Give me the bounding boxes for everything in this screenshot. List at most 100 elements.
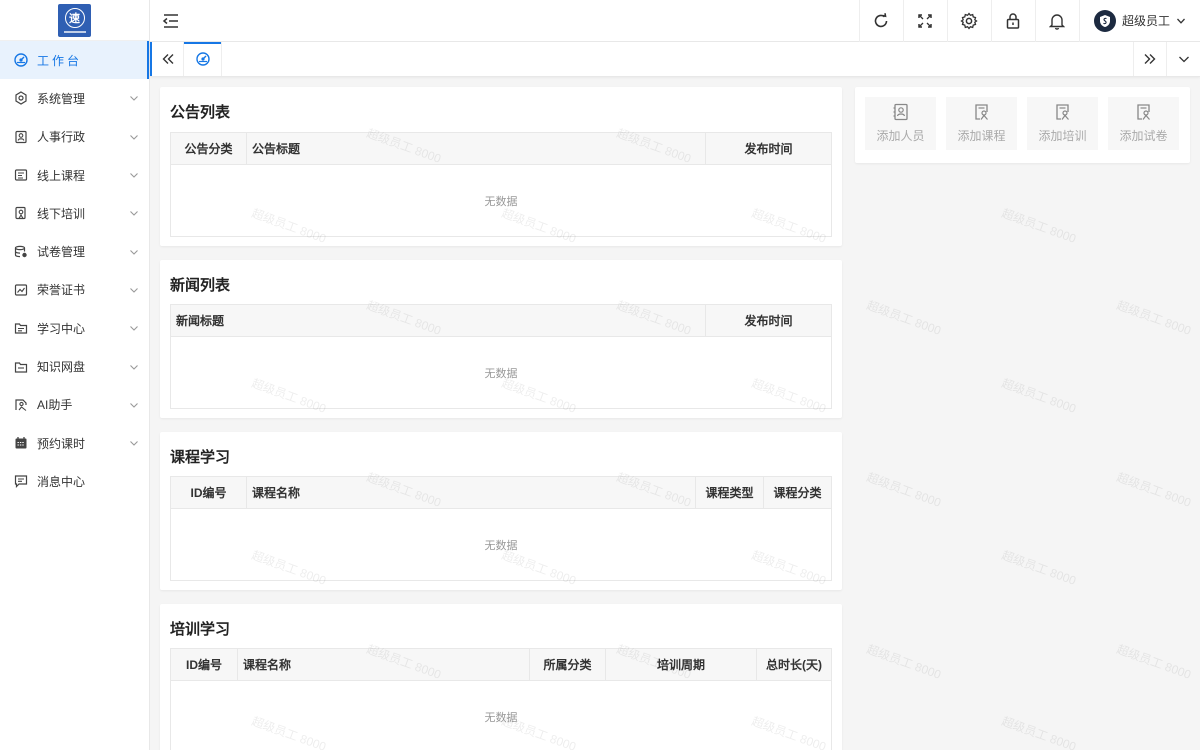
sidebar-item-booking[interactable]: 预约课时 [0,424,149,462]
chevron-down-icon [130,173,138,178]
knowledge-drive-icon [14,360,28,374]
add-training-icon [1055,104,1069,120]
tab-options-dropdown[interactable] [1167,42,1200,76]
sidebar-item-label: 预约课时 [37,436,86,451]
chevron-down-icon [1178,56,1189,63]
card-title: 课程学习 [170,449,231,466]
user-menu[interactable]: 超级员工 [1078,0,1200,42]
chevron-down-icon [130,96,138,102]
column-header[interactable]: 课程类型 [696,477,764,508]
empty-state: 无数据 [484,711,518,724]
course-study-card: 课程学习 ID编号 课程名称 课程类型 课程分类 无数据 [160,432,842,590]
dashboard-icon [14,53,28,67]
add-course-button[interactable]: 添加课程 [946,97,1017,150]
quick-action-label: 添加人员 [876,129,925,143]
watermark: 超级员工 8000 [864,298,943,338]
sidebar-item-certificate[interactable]: 荣誉证书 [0,271,149,309]
exam-paper-icon [14,245,28,259]
quick-actions-card: 添加人员 添加课程 添加培训 添加试卷 [855,87,1190,163]
column-header[interactable]: 公告标题 [247,133,706,164]
sidebar-item-personnel[interactable]: 人事行政 [0,118,149,156]
watermark: 超级员工 8000 [1114,298,1193,338]
sidebar-item-label: 试卷管理 [37,245,86,260]
fullscreen-button[interactable] [902,0,947,42]
column-header[interactable]: 培训周期 [606,649,757,680]
sidebar-item-learning-center[interactable]: 学习中心 [0,309,149,347]
lock-button[interactable] [990,0,1035,42]
table-header: ID编号 课程名称 课程类型 课程分类 [171,477,831,509]
sidebar-item-knowledge-drive[interactable]: 知识网盘 [0,347,149,385]
column-header[interactable]: 课程名称 [238,649,530,680]
sidebar-item-online-course[interactable]: 线上课程 [0,156,149,194]
notifications-button[interactable] [1034,0,1079,42]
dashboard-icon [195,52,210,66]
watermark: 超级员工 8000 [999,376,1078,416]
sidebar-item-exam-paper[interactable]: 试卷管理 [0,232,149,270]
learning-center-icon [14,321,28,335]
card-title: 培训学习 [170,621,231,638]
double-chevron-right-icon [1144,54,1156,64]
column-header[interactable]: 所属分类 [530,649,606,680]
column-header[interactable]: 新闻标题 [171,305,706,336]
settings-button[interactable] [946,0,991,42]
column-header[interactable]: 总时长(天) [757,649,831,680]
column-header[interactable]: 公告分类 [171,133,247,164]
table-header: 公告分类 公告标题 发布时间 [171,133,831,165]
top-header: 超级员工 [150,0,1200,42]
add-person-icon [893,103,908,121]
personnel-icon [14,130,28,144]
empty-state: 无数据 [484,195,518,208]
watermark: 超级员工 8000 [999,206,1078,246]
sidebar-item-dashboard[interactable]: 工作台 [0,41,149,80]
quick-action-label: 添加课程 [957,129,1006,143]
watermark: 超级员工 8000 [999,714,1078,750]
lock-icon [1007,12,1020,29]
certificate-icon [14,283,28,297]
ai-assistant-icon [14,398,28,412]
user-name: 超级员工 [1121,14,1170,28]
column-header[interactable]: ID编号 [171,477,247,508]
tab-scroll-right-button[interactable] [1133,42,1167,76]
refresh-button[interactable] [858,0,903,42]
add-exam-button[interactable]: 添加试卷 [1108,97,1179,150]
add-course-icon [974,104,988,120]
avatar [1093,9,1116,32]
column-header[interactable]: 发布时间 [706,133,831,164]
user-avatar-icon [1099,14,1110,27]
add-person-button[interactable]: 添加人员 [865,97,936,150]
online-course-icon [14,168,28,182]
chevron-down-icon [130,134,138,140]
app-logo[interactable]: 速 [58,3,91,37]
training-table: ID编号 课程名称 所属分类 培训周期 总时长(天) 无数据 [170,648,832,750]
chevron-down-icon [1177,18,1185,24]
calendar-icon [14,436,28,450]
logo-area: 速 [0,0,149,41]
sidebar-item-ai-assistant[interactable]: AI助手 [0,386,149,424]
system-settings-icon [14,91,28,106]
news-table: 新闻标题 发布时间 无数据 [170,304,832,409]
column-header[interactable]: ID编号 [171,649,238,680]
watermark: 超级员工 8000 [1114,642,1193,682]
sidebar: 速 工作台 系统管理 人事行政 线上课程 线下培训 试卷管理 荣誉证书 学习中心… [0,0,150,750]
tab-scroll-left-button[interactable] [150,42,184,76]
tab-dashboard[interactable] [184,42,222,76]
sidebar-item-label: AI助手 [37,398,73,413]
add-training-button[interactable]: 添加培训 [1027,97,1098,150]
sidebar-toggle-button[interactable] [150,0,192,42]
column-header[interactable]: 课程名称 [247,477,696,508]
column-header[interactable]: 课程分类 [764,477,831,508]
sidebar-item-offline-training[interactable]: 线下培训 [0,194,149,232]
sidebar-item-label: 工作台 [37,53,83,68]
offline-training-icon [14,206,28,220]
sidebar-item-messages[interactable]: 消息中心 [0,462,149,500]
announcement-card: 公告列表 公告分类 公告标题 发布时间 无数据 [160,87,842,246]
chevron-down-icon [130,402,138,408]
column-header[interactable]: 发布时间 [706,305,831,336]
sidebar-item-label: 学习中心 [37,321,86,336]
chevron-down-icon [130,288,138,293]
sidebar-item-system[interactable]: 系统管理 [0,79,149,117]
sidebar-item-label: 线下培训 [37,206,86,221]
empty-state: 无数据 [484,367,518,380]
training-study-card: 培训学习 ID编号 课程名称 所属分类 培训周期 总时长(天) 无数据 [160,604,842,750]
chevron-down-icon [130,441,138,446]
